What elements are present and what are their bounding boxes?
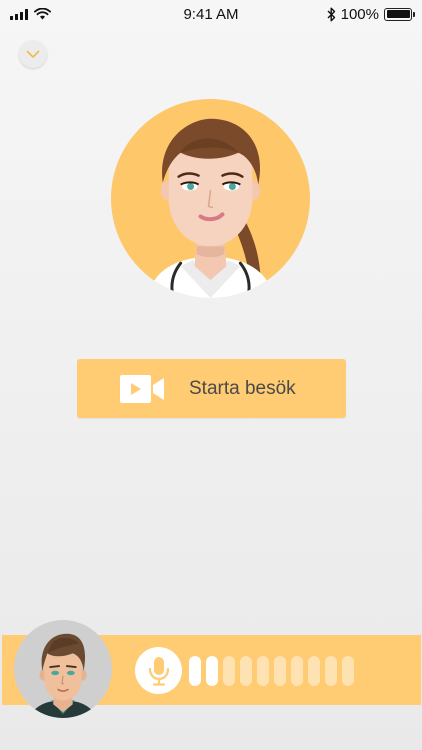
patient-avatar bbox=[14, 620, 112, 718]
battery-fill bbox=[386, 10, 410, 18]
battery-icon bbox=[384, 7, 415, 21]
wifi-icon bbox=[34, 8, 51, 20]
bluetooth-icon bbox=[327, 7, 335, 21]
microphone-icon bbox=[148, 656, 169, 686]
audio-level-bar bbox=[325, 656, 337, 686]
signal-icon bbox=[10, 8, 28, 20]
audio-level-bar bbox=[308, 656, 320, 686]
doctor-avatar bbox=[111, 99, 310, 298]
status-left bbox=[10, 8, 130, 20]
audio-level-bar bbox=[223, 656, 235, 686]
audio-level-bar bbox=[291, 656, 303, 686]
start-visit-label: Starta besök bbox=[189, 378, 296, 399]
audio-level-bar bbox=[189, 656, 201, 686]
doctor-illustration bbox=[146, 118, 275, 298]
audio-level-bar bbox=[274, 656, 286, 686]
collapse-button[interactable] bbox=[19, 40, 47, 68]
status-right: 100% bbox=[327, 5, 415, 23]
status-bar: 9:41 AM 100% bbox=[0, 0, 422, 28]
start-visit-button[interactable]: Starta besök bbox=[77, 359, 346, 418]
audio-level-bar bbox=[240, 656, 252, 686]
battery-percent: 100% bbox=[340, 5, 379, 23]
audio-level-bar bbox=[257, 656, 269, 686]
audio-level-bar bbox=[206, 656, 218, 686]
chevron-down-icon bbox=[26, 50, 40, 58]
audio-level-bar bbox=[342, 656, 354, 686]
microphone-button[interactable] bbox=[135, 647, 182, 694]
patient-illustration bbox=[29, 633, 97, 718]
video-camera-icon bbox=[120, 375, 164, 403]
